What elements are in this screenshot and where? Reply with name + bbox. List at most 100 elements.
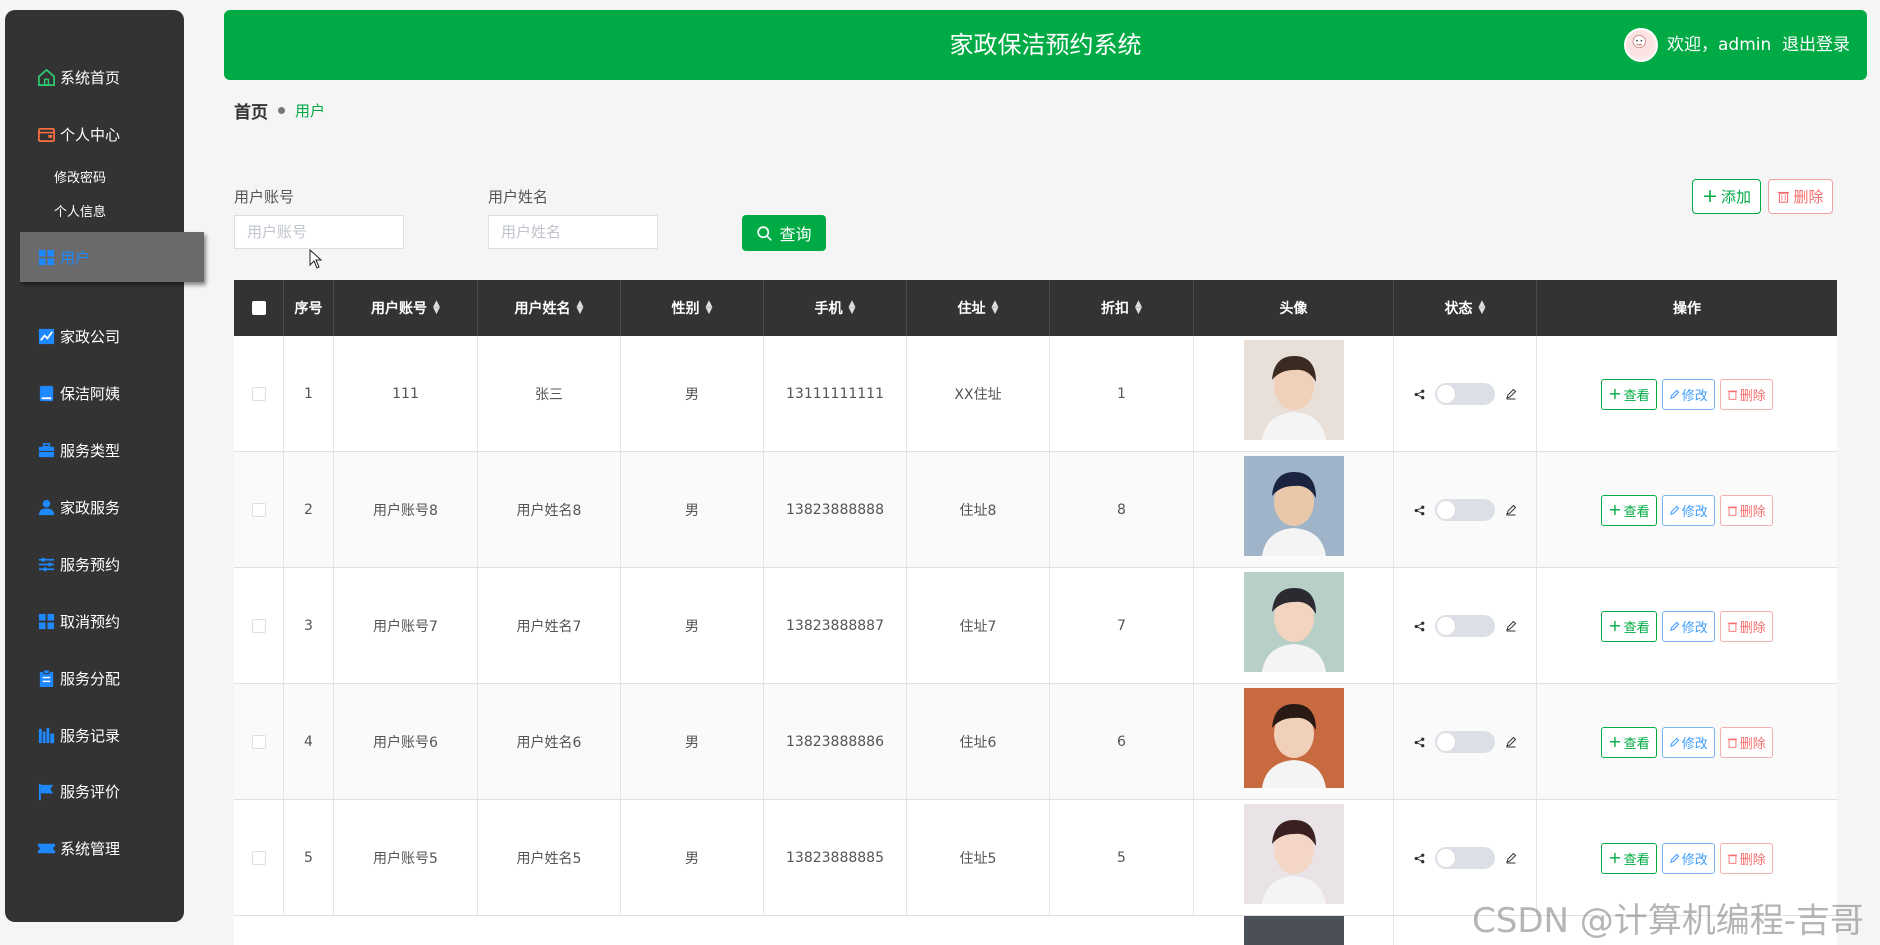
row-select-cell[interactable] (234, 800, 284, 916)
sort-icon[interactable]: ▲ ▼ (992, 300, 999, 316)
name-input[interactable] (488, 215, 658, 249)
account-cell: 111 (334, 336, 478, 452)
sort-icon[interactable]: ▲ ▼ (1135, 300, 1142, 316)
plus-icon: + (1608, 500, 1622, 519)
delete-button[interactable]: 删除 (1719, 610, 1773, 642)
view-button[interactable]: + 查看 (1601, 494, 1657, 526)
col-account[interactable]: 用户账号 ▲ ▼ (334, 280, 478, 336)
name-cell: 用户姓名5 (478, 800, 621, 916)
edit-button[interactable]: 修改 (1661, 610, 1715, 642)
status-toggle[interactable] (1434, 383, 1495, 405)
address-cell: 住址6 (907, 684, 1050, 800)
breadcrumb-current: 用户 (295, 102, 326, 120)
select-all-cell[interactable] (234, 280, 284, 336)
sort-icon[interactable]: ▲ ▼ (706, 300, 713, 316)
view-button[interactable]: + 查看 (1601, 726, 1657, 758)
sort-icon[interactable]: ▲ ▼ (849, 300, 856, 316)
add-button[interactable]: + 添加 (1692, 179, 1761, 214)
row-checkbox[interactable] (251, 619, 266, 633)
plus-icon: + (1702, 185, 1718, 207)
sidebar-subitem-change-password[interactable]: 修改密码 (54, 167, 106, 186)
user-photo[interactable] (1243, 340, 1344, 440)
delete-button[interactable]: 删除 (1719, 378, 1773, 410)
row-select-cell[interactable] (234, 452, 284, 568)
user-photo[interactable] (1243, 572, 1344, 672)
delete-button[interactable]: 删除 (1719, 726, 1773, 758)
address-cell: XX住址 (907, 336, 1050, 452)
pencil-icon (1505, 736, 1516, 748)
status-cell (1394, 568, 1537, 684)
user-photo[interactable] (1243, 688, 1344, 788)
status-cell (1394, 452, 1537, 568)
edit-button[interactable]: 修改 (1661, 842, 1715, 874)
sidebar-item-cancel-booking[interactable]: 取消预约 (5, 601, 184, 641)
avatar[interactable] (1624, 28, 1658, 62)
batch-delete-button[interactable]: 删除 (1768, 179, 1833, 214)
status-toggle[interactable] (1434, 615, 1495, 637)
query-button-label: 查询 (779, 225, 812, 244)
sidebar-item-housekeeping-service[interactable]: 家政服务 (5, 487, 184, 527)
sidebar-item-service-type[interactable]: 服务类型 (5, 430, 184, 470)
col-discount[interactable]: 折扣 ▲ ▼ (1050, 280, 1194, 336)
address-cell: 住址8 (907, 452, 1050, 568)
select-all-checkbox[interactable] (251, 301, 266, 315)
status-toggle[interactable] (1434, 499, 1495, 521)
trash-icon (1727, 854, 1738, 864)
view-button[interactable]: + 查看 (1601, 610, 1657, 642)
trash-icon (1727, 622, 1738, 632)
col-gender[interactable]: 性别 ▲ ▼ (621, 280, 764, 336)
sort-icon[interactable]: ▲ ▼ (433, 300, 440, 316)
address-cell: 住址7 (907, 568, 1050, 684)
sidebar-item-booking[interactable]: 服务预约 (5, 544, 184, 584)
row-select-cell[interactable] (234, 568, 284, 684)
view-button[interactable]: + 查看 (1601, 378, 1657, 410)
row-checkbox[interactable] (251, 735, 266, 749)
row-checkbox[interactable] (251, 503, 266, 517)
sidebar-item-system[interactable]: 系统管理 (5, 828, 184, 868)
logout-button[interactable]: 退出登录 (1782, 10, 1850, 80)
phone-cell: 13823888886 (764, 684, 907, 800)
row-checkbox[interactable] (251, 387, 266, 401)
sidebar-item-personal-center[interactable]: 个人中心 (5, 114, 184, 154)
query-button[interactable]: 查询 (742, 215, 826, 251)
mouse-cursor-icon (309, 249, 323, 269)
breadcrumb-home[interactable]: 首页 (234, 98, 268, 123)
sidebar-item-reviews[interactable]: 服务评价 (5, 771, 184, 811)
sidebar-item-cleaner[interactable]: 保洁阿姨 (5, 373, 184, 413)
status-toggle[interactable] (1434, 847, 1495, 869)
trash-icon (1727, 738, 1738, 748)
account-cell: 用户账号6 (334, 684, 478, 800)
sidebar-item-assignment[interactable]: 服务分配 (5, 658, 184, 698)
edit-button[interactable]: 修改 (1661, 726, 1715, 758)
actions-cell: + 查看 修改 删除 (1537, 336, 1837, 452)
col-status[interactable]: 状态 ▲ ▼ (1394, 280, 1537, 336)
col-phone[interactable]: 手机 ▲ ▼ (764, 280, 907, 336)
sidebar-item-users[interactable]: 用户 (20, 232, 204, 282)
sort-icon[interactable]: ▲ ▼ (577, 300, 584, 316)
edit-button[interactable]: 修改 (1661, 494, 1715, 526)
edit-button[interactable]: 修改 (1661, 378, 1715, 410)
col-address[interactable]: 住址 ▲ ▼ (907, 280, 1050, 336)
row-checkbox[interactable] (251, 851, 266, 865)
sidebar-subitem-personal-info[interactable]: 个人信息 (54, 201, 106, 220)
status-toggle[interactable] (1434, 731, 1495, 753)
row-select-cell[interactable] (234, 684, 284, 800)
account-input[interactable] (234, 215, 404, 249)
sort-icon[interactable]: ▲ ▼ (1479, 300, 1486, 316)
grid-icon (37, 612, 56, 631)
sidebar-item-company[interactable]: 家政公司 (5, 316, 184, 356)
briefcase-icon (37, 441, 56, 460)
row-select-cell[interactable] (234, 336, 284, 452)
user-photo[interactable] (1243, 804, 1344, 904)
gender-cell: 男 (621, 336, 764, 452)
name-cell: 用户姓名8 (478, 452, 621, 568)
delete-button[interactable]: 删除 (1719, 494, 1773, 526)
col-name[interactable]: 用户姓名 ▲ ▼ (478, 280, 621, 336)
delete-button[interactable]: 删除 (1719, 842, 1773, 874)
sidebar-item-label: 服务评价 (60, 782, 121, 801)
sidebar-item-home[interactable]: 系统首页 (5, 57, 184, 97)
flag-icon (37, 782, 56, 801)
user-photo[interactable] (1243, 456, 1344, 556)
view-button[interactable]: + 查看 (1601, 842, 1657, 874)
sidebar-item-records[interactable]: 服务记录 (5, 715, 184, 755)
